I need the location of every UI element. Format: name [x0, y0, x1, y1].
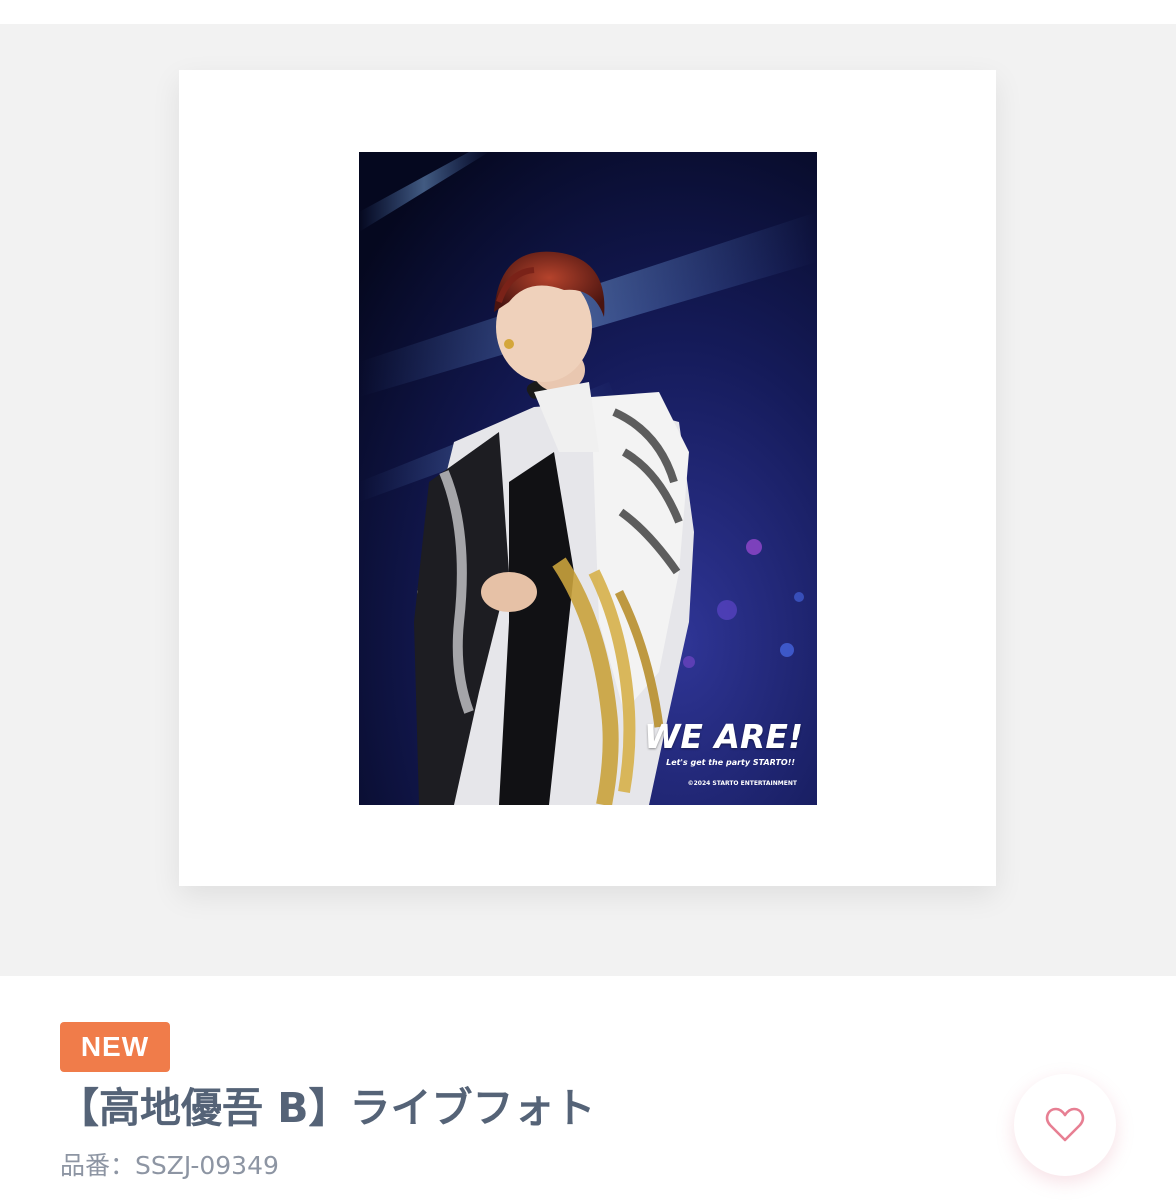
photo-copyright: ©2024 STARTO ENTERTAINMENT	[687, 780, 797, 787]
heart-outline-icon	[1045, 1107, 1085, 1142]
product-title: 【高地優吾 B】ライブフォト	[58, 1084, 596, 1132]
new-badge: NEW	[60, 1022, 170, 1072]
favorite-button[interactable]	[1014, 1074, 1116, 1176]
top-strip	[0, 0, 1176, 24]
photo-illustration	[359, 152, 817, 805]
product-image-card[interactable]: WE ARE! Let's get the party STARTO!! ©20…	[179, 70, 996, 886]
product-image-gallery: WE ARE! Let's get the party STARTO!! ©20…	[0, 24, 1176, 976]
photo-logo-subtitle: Let's get the party STARTO!!	[666, 758, 795, 767]
photo-logo-text: WE ARE!	[644, 717, 803, 756]
product-sku: 品番：SSZJ-09349	[60, 1151, 279, 1180]
product-info: NEW 【高地優吾 B】ライブフォト 品番：SSZJ-09349	[0, 976, 1176, 1200]
product-photo: WE ARE! Let's get the party STARTO!! ©20…	[359, 152, 817, 805]
